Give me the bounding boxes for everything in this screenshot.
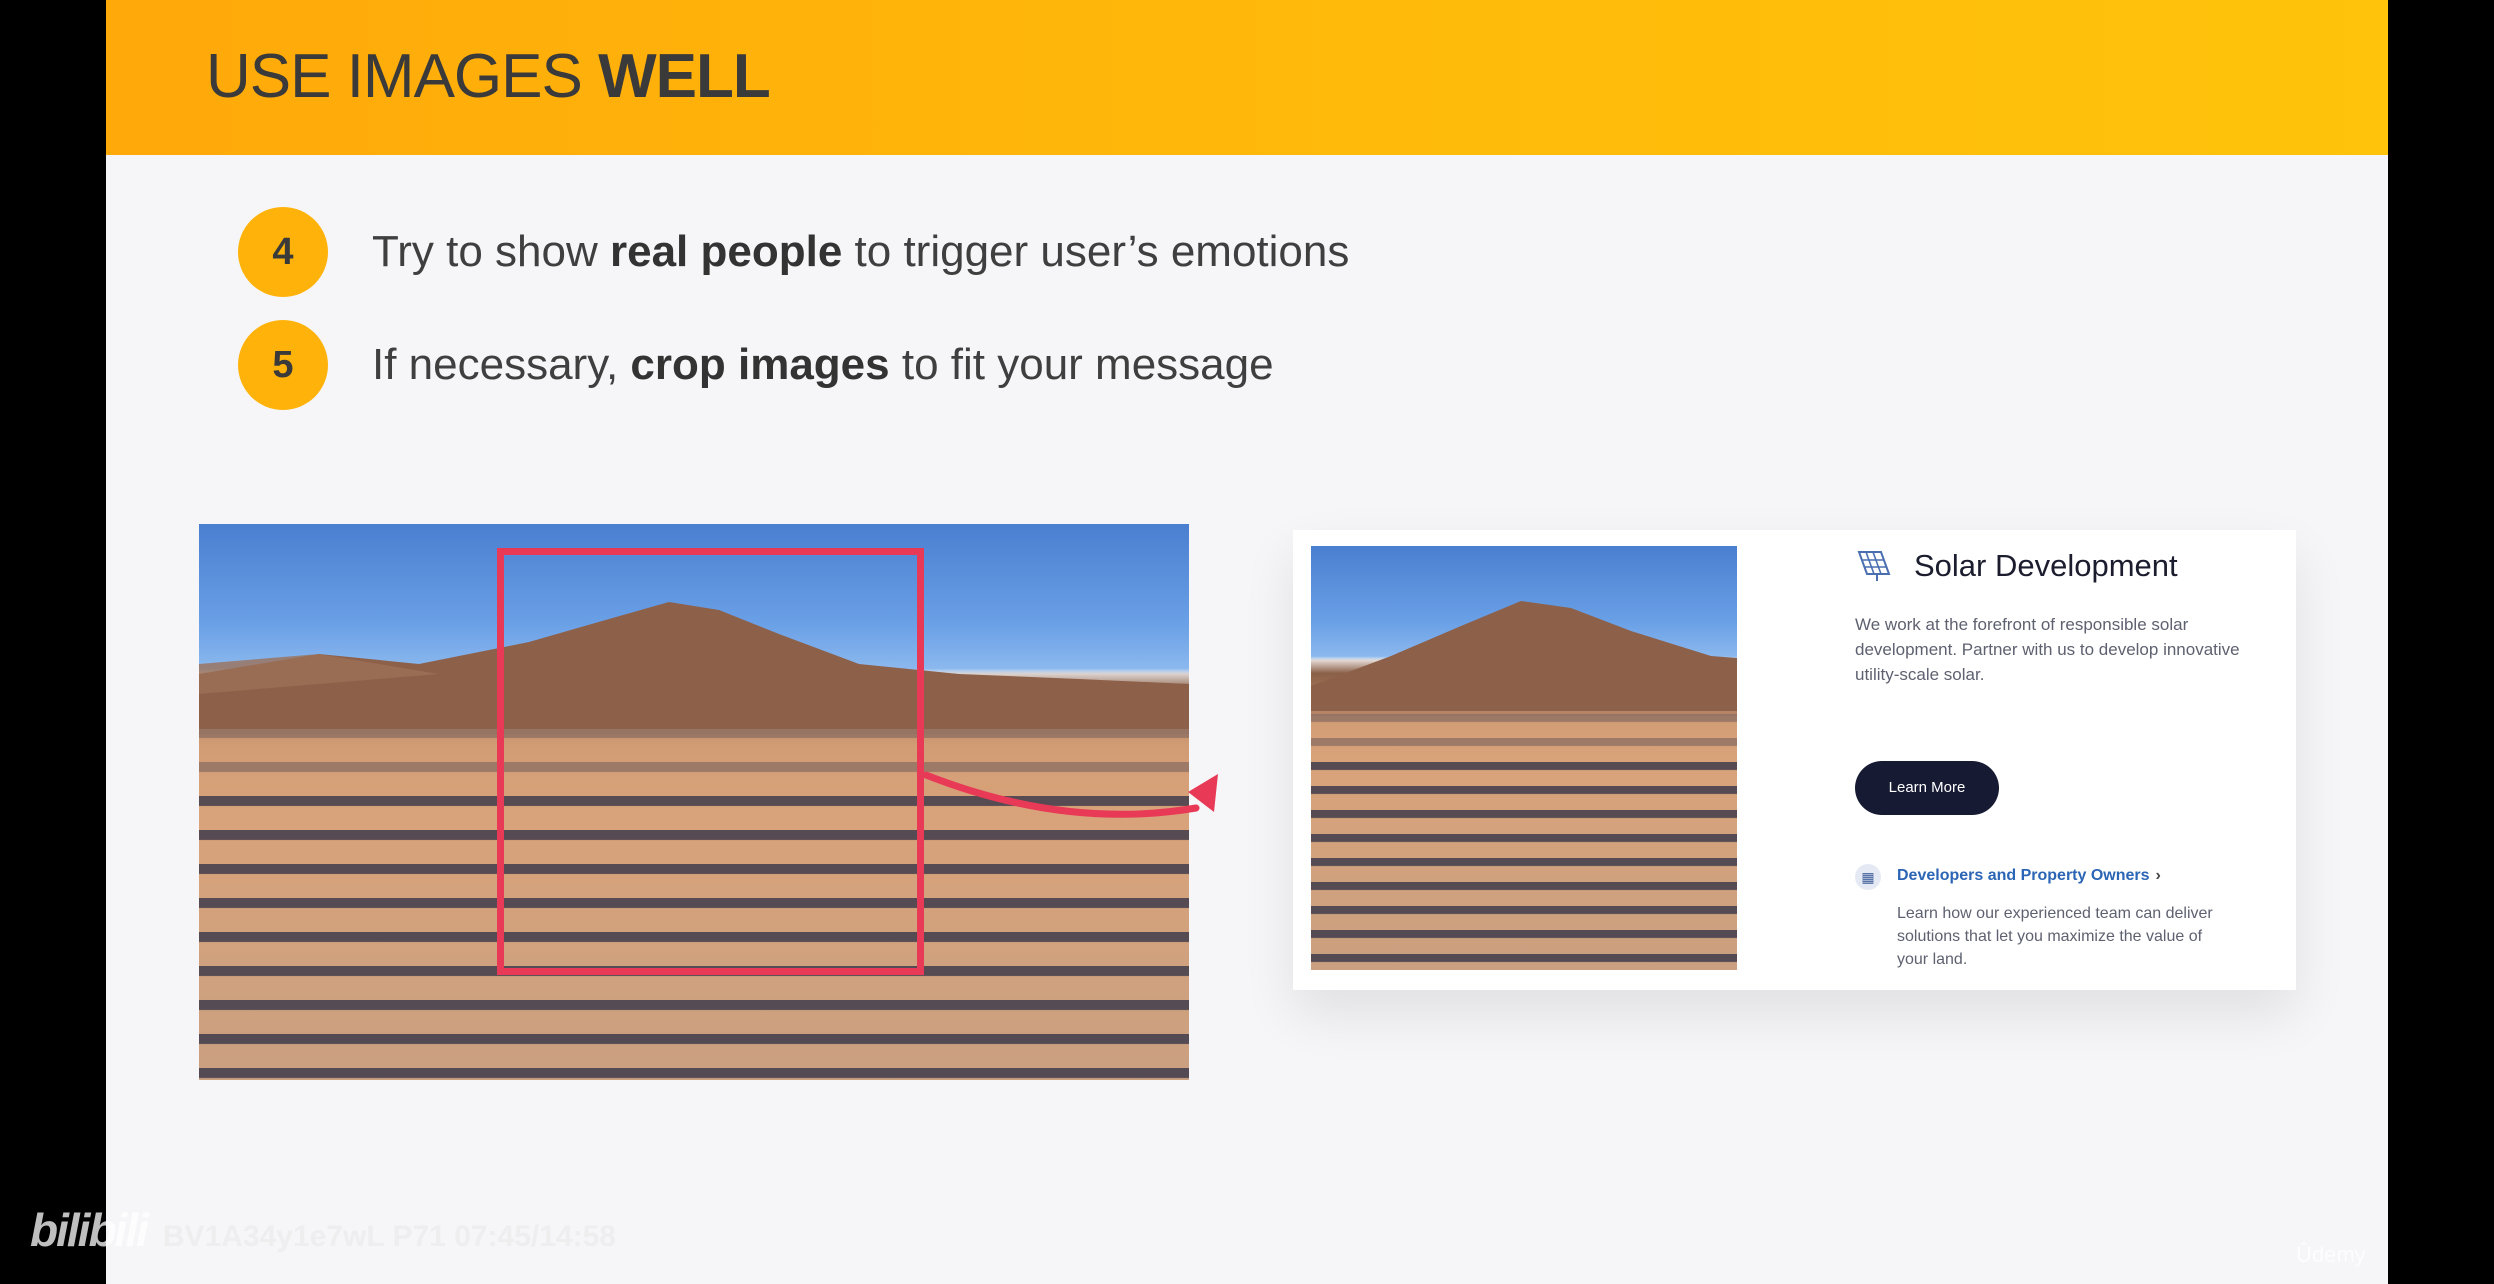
chevron-right-icon: › [2155, 867, 2161, 884]
developers-link-label: Developers and Property Owners [1897, 867, 2150, 884]
point-text-after: to fit your message [889, 340, 1274, 389]
solar-panel-small-icon: ▦ [1855, 864, 1881, 890]
website-card: Solar Development We work at the forefro… [1293, 530, 2296, 990]
slide-title: USE IMAGES WELL [206, 38, 771, 116]
point-text-before: Try to show [372, 227, 610, 276]
point-number-badge: 5 [238, 320, 328, 410]
slide: USE IMAGES WELL 4 Try to show real peopl… [106, 0, 2388, 1284]
slide-header: USE IMAGES WELL [106, 0, 2388, 155]
learn-more-button[interactable]: Learn More [1855, 761, 1999, 815]
point-text-after: to trigger user’s emotions [842, 227, 1350, 276]
developers-description: Learn how our experienced team can deliv… [1897, 905, 2213, 968]
cropped-solar-photo [1311, 546, 1737, 970]
point-number-badge: 4 [238, 207, 328, 297]
udemy-logo: Ûdemy [2296, 1242, 2366, 1267]
point-text: If necessary, crop images to fit your me… [372, 341, 1274, 389]
card-heading: Solar Development [1914, 548, 2178, 583]
title-regular: USE IMAGES [206, 42, 599, 111]
point-text: Try to show real people to trigger user’… [372, 228, 1349, 276]
developers-link[interactable]: Developers and Property Owners › [1897, 865, 2161, 887]
cropped-solar-illustration [1311, 601, 1737, 970]
video-watermark: bilibili BV1A34y1e7wL P71 07:45/14:58 [30, 1200, 616, 1260]
solar-panel-icon [1857, 551, 1891, 581]
crop-selection-box [497, 548, 924, 975]
title-bold: WELL [598, 42, 771, 111]
bilibili-logo: bilibili [30, 1204, 149, 1256]
point-text-bold: crop images [630, 340, 890, 389]
card-description: We work at the forefront of responsible … [1855, 615, 2240, 684]
point-text-bold: real people [609, 227, 843, 276]
point-text-before: If necessary, [372, 340, 631, 389]
watermark-text: BV1A34y1e7wL P71 07:45/14:58 [162, 1220, 616, 1253]
